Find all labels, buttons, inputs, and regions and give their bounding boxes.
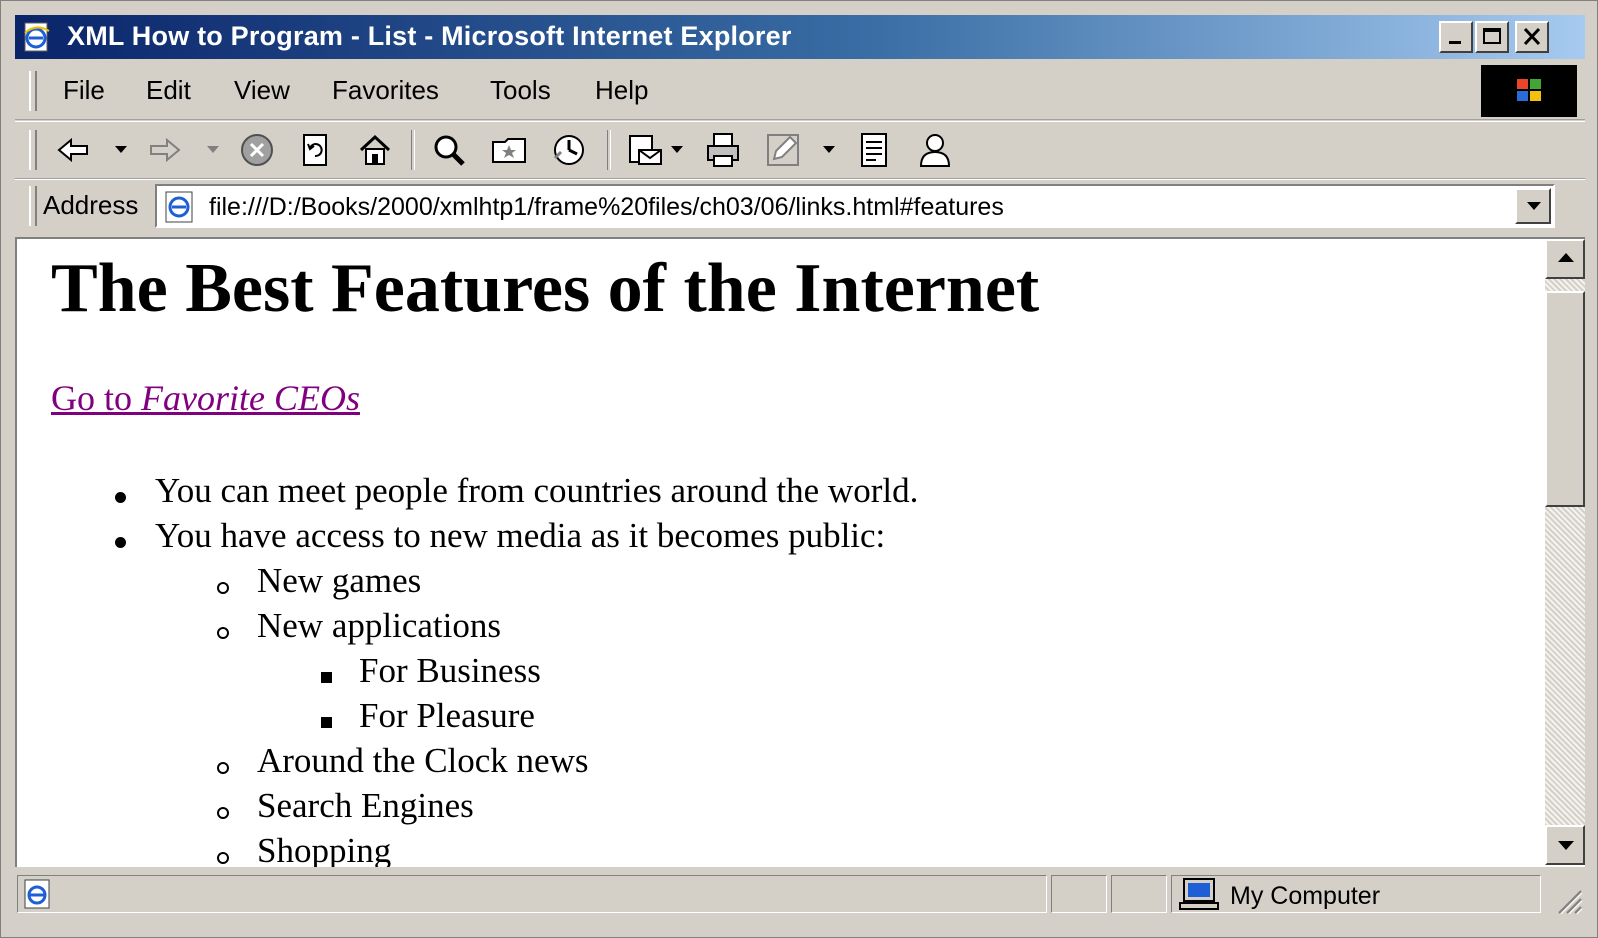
mail-icon[interactable] [625,130,665,170]
ie-document-icon [24,22,50,52]
link-italic: Favorite CEOs [141,378,360,418]
circle-bullet-icon [217,627,229,639]
arrow-down-icon [1558,841,1574,850]
address-bar: Address file:///D:/Books/2000/xmlhtp1/fr… [15,179,1585,234]
status-bar: My Computer [15,871,1585,917]
circle-bullet-icon [217,762,229,774]
close-button[interactable] [1515,21,1549,53]
browser-window: XML How to Program - List - Microsoft In… [0,0,1598,938]
menu-view[interactable]: View [234,75,290,106]
menu-file[interactable]: File [63,75,105,106]
link-prefix: Go to [51,378,141,418]
circle-bullet-icon [217,807,229,819]
list-item: New applications [257,606,501,645]
security-zone-pane[interactable]: My Computer [1171,875,1541,913]
maximize-icon [1483,28,1501,44]
home-icon[interactable] [355,130,395,170]
circle-bullet-icon [217,582,229,594]
forward-dropdown-icon[interactable] [207,146,219,153]
back-dropdown-icon[interactable] [115,146,127,153]
address-dropdown-button[interactable] [1515,188,1551,224]
status-pane-security [1111,875,1167,913]
windows-logo [1481,65,1577,117]
arrow-up-icon [1558,253,1574,262]
print-icon[interactable] [703,130,743,170]
status-text-pane [17,875,1047,913]
history-icon[interactable] [549,130,589,170]
menu-favorites[interactable]: Favorites [332,75,439,106]
list-item: Shopping [257,831,392,867]
edit-dropdown-icon[interactable] [823,146,835,153]
address-url[interactable]: file:///D:/Books/2000/xmlhtp1/frame%20fi… [209,193,1004,222]
addressbar-grip[interactable] [29,186,37,226]
list-item: For Business [359,651,541,690]
scroll-up-button[interactable] [1545,239,1585,279]
address-input[interactable]: file:///D:/Books/2000/xmlhtp1/frame%20fi… [155,184,1555,228]
toolbar-grip[interactable] [29,130,37,170]
toolbar-separator [607,130,611,170]
page-heading: The Best Features of the Internet [51,250,1040,327]
menu-tools[interactable]: Tools [490,75,551,106]
vertical-scrollbar[interactable] [1545,239,1585,865]
menubar-grip[interactable] [29,71,37,111]
messenger-icon[interactable] [915,130,955,170]
menu-help[interactable]: Help [595,75,648,106]
menu-edit[interactable]: Edit [146,75,191,106]
close-icon [1523,27,1541,46]
menu-bar: File Edit View Favorites Tools Help [15,63,1585,120]
list-item: You can meet people from countries aroun… [155,471,919,510]
windows-flag-icon [1517,79,1541,101]
disc-bullet-icon [115,492,126,503]
square-bullet-icon [321,717,332,728]
title-bar[interactable]: XML How to Program - List - Microsoft In… [15,15,1585,59]
page-icon [165,191,193,223]
square-bullet-icon [321,672,332,683]
list-item: Around the Clock news [257,741,589,780]
list-item: For Pleasure [359,696,535,735]
mail-dropdown-icon[interactable] [671,146,683,153]
window-title: XML How to Program - List - Microsoft In… [67,21,792,51]
stop-icon[interactable] [237,130,277,170]
maximize-button[interactable] [1475,21,1509,53]
list-item: You have access to new media as it becom… [155,516,886,555]
status-pane-progress [1051,875,1107,913]
favorite-ceos-link[interactable]: Go to Favorite CEOs [51,377,360,419]
page-viewport: The Best Features of the Internet Go to … [15,237,1585,867]
list-item: Search Engines [257,786,474,825]
minimize-icon [1449,41,1461,44]
address-label: Address [43,190,139,220]
scrollbar-thumb[interactable] [1545,291,1585,507]
minimize-button[interactable] [1439,21,1473,53]
refresh-icon[interactable] [295,130,335,170]
toolbar-separator [411,130,415,170]
resize-grip-icon[interactable] [1553,885,1583,915]
circle-bullet-icon [217,852,229,864]
discuss-icon[interactable] [855,130,895,170]
scroll-down-button[interactable] [1545,825,1585,865]
list-item: New games [257,561,422,600]
forward-icon[interactable] [145,130,185,170]
standard-toolbar [15,121,1585,179]
search-icon[interactable] [429,130,469,170]
ie-page-icon [24,879,50,909]
my-computer-icon [1179,878,1219,910]
favorites-icon[interactable] [489,130,529,170]
edit-icon[interactable] [763,130,803,170]
back-icon[interactable] [53,130,93,170]
security-zone-label: My Computer [1230,882,1381,910]
disc-bullet-icon [115,537,126,548]
